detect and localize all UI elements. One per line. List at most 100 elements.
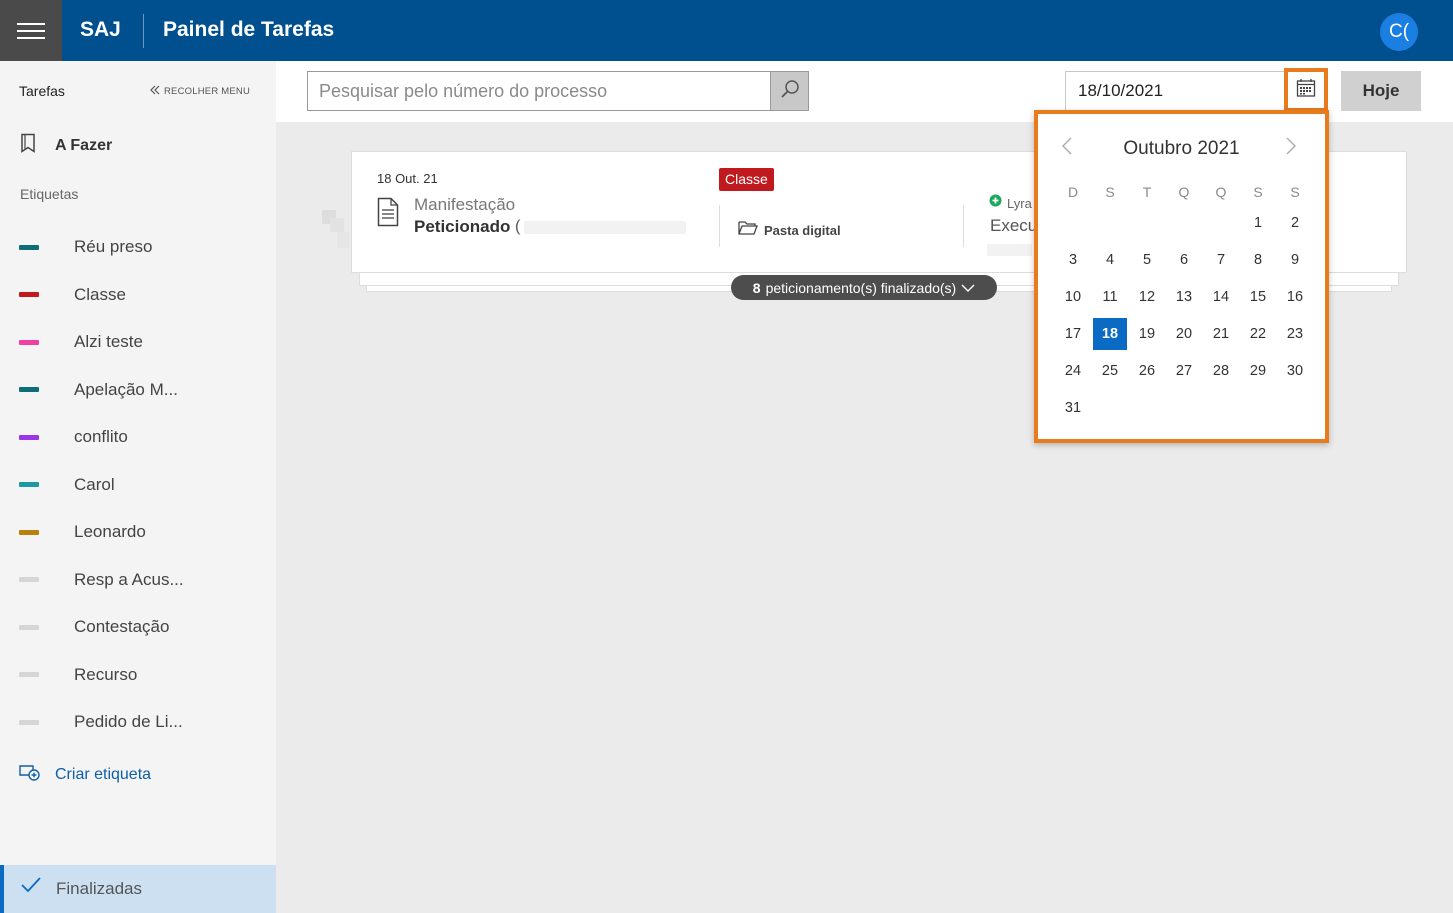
- sidebar-title: Tarefas: [19, 83, 65, 99]
- digital-folder-label: Pasta digital: [764, 223, 841, 238]
- calendar-day[interactable]: 11: [1093, 281, 1127, 313]
- calendar-day[interactable]: 7: [1204, 244, 1238, 276]
- tag-label: Classe: [74, 284, 126, 304]
- calendar-day[interactable]: 25: [1093, 355, 1127, 387]
- redacted-text: [987, 244, 1032, 256]
- page-title: Painel de Tarefas: [163, 18, 335, 41]
- finished-count: 8: [752, 279, 761, 296]
- create-tag-button[interactable]: Criar etiqueta: [19, 763, 151, 786]
- calendar-day[interactable]: 31: [1056, 392, 1090, 424]
- calendar-weekday: S: [1290, 184, 1300, 200]
- sidebar-tag-item[interactable]: Apelação M...: [0, 370, 276, 410]
- checkmark-icon: [20, 875, 42, 900]
- calendar-day[interactable]: 27: [1167, 355, 1201, 387]
- calendar-day[interactable]: 19: [1130, 318, 1164, 350]
- task-status: Peticionado: [414, 217, 511, 236]
- calendar-day[interactable]: 12: [1130, 281, 1164, 313]
- calendar-day-selected[interactable]: 18: [1093, 318, 1127, 350]
- calendar-day[interactable]: 4: [1093, 244, 1127, 276]
- hamburger-menu-button[interactable]: [0, 0, 62, 61]
- calendar-day[interactable]: 24: [1056, 355, 1090, 387]
- collapse-menu-button[interactable]: RECOLHER MENU: [150, 85, 250, 98]
- task-date: 18 Out. 21: [377, 171, 438, 186]
- calendar-day[interactable]: 3: [1056, 244, 1090, 276]
- header-divider: [143, 14, 144, 48]
- date-input[interactable]: [1065, 71, 1285, 111]
- sidebar-item-label: A Fazer: [55, 136, 113, 154]
- calendar-day[interactable]: 20: [1167, 318, 1201, 350]
- calendar-day[interactable]: 5: [1130, 244, 1164, 276]
- calendar-day[interactable]: 8: [1241, 244, 1275, 276]
- tag-label: Contestação: [74, 617, 170, 636]
- calendar-day[interactable]: 26: [1130, 355, 1164, 387]
- sidebar-tag-item[interactable]: Pedido de Li...: [0, 702, 276, 742]
- plus-circle-icon: [989, 194, 1002, 212]
- create-tag-label: Criar etiqueta: [55, 765, 152, 783]
- bookmark-icon: [19, 133, 37, 158]
- chevron-right-icon[interactable]: [1284, 136, 1298, 161]
- calendar-weekday: Q: [1215, 184, 1227, 200]
- chevron-down-icon: [961, 280, 975, 296]
- sidebar-tag-item[interactable]: Recurso: [0, 655, 276, 695]
- calendar-weekday: Q: [1178, 184, 1190, 200]
- calendar-day[interactable]: 15: [1241, 281, 1275, 313]
- tag-color-swatch: [19, 244, 39, 250]
- calendar-weekday: S: [1253, 184, 1263, 200]
- tag-color-swatch: [19, 624, 39, 630]
- tag-label: Alzi teste: [74, 332, 143, 351]
- finished-count-toggle[interactable]: 8 peticionamento(s) finalizado(s): [731, 275, 997, 300]
- calendar-day[interactable]: 16: [1278, 281, 1312, 313]
- calendar-day[interactable]: 1: [1241, 207, 1275, 239]
- sidebar-tag-item[interactable]: conflito: [0, 417, 276, 457]
- calendar-month-label: Outubro 2021: [1123, 138, 1240, 159]
- calendar-day[interactable]: 10: [1056, 281, 1090, 313]
- calendar-day[interactable]: 13: [1167, 281, 1201, 313]
- user-avatar[interactable]: C(: [1380, 13, 1418, 51]
- sidebar: Tarefas RECOLHER MENU A Fazer Etiquetas …: [0, 61, 276, 913]
- tag-label: Resp a Acus...: [74, 569, 184, 589]
- task-type: Manifestação: [414, 195, 516, 214]
- calendar-weekday: S: [1105, 184, 1115, 200]
- calendar-day[interactable]: 21: [1204, 318, 1238, 350]
- calendar-day[interactable]: 14: [1204, 281, 1238, 313]
- calendar-day[interactable]: 29: [1241, 355, 1275, 387]
- calendar-weekday: D: [1067, 184, 1079, 200]
- calendar-button[interactable]: [1284, 68, 1328, 112]
- calendar-day[interactable]: 9: [1278, 244, 1312, 276]
- tag-color-swatch: [19, 577, 39, 582]
- search-button[interactable]: [770, 71, 809, 111]
- sidebar-tag-item[interactable]: Réu preso: [0, 227, 276, 267]
- today-button[interactable]: Hoje: [1341, 71, 1421, 111]
- tag-label: conflito: [74, 427, 128, 446]
- sidebar-item-label: Finalizadas: [56, 879, 142, 898]
- calendar-day[interactable]: 22: [1241, 318, 1275, 350]
- calendar-day[interactable]: 28: [1204, 355, 1238, 387]
- assignee-name: Lyra: [1007, 195, 1032, 211]
- sidebar-tag-item[interactable]: Resp a Acus...: [0, 560, 276, 600]
- sidebar-item-finished[interactable]: Finalizadas: [0, 865, 276, 913]
- calendar-day[interactable]: 17: [1056, 318, 1090, 350]
- sidebar-tag-item[interactable]: Alzi teste: [0, 322, 276, 362]
- tag-label: Pedido de Li...: [74, 712, 183, 731]
- calendar-day[interactable]: 23: [1278, 318, 1312, 350]
- redacted-process-number: [524, 221, 686, 234]
- tag-color-swatch: [19, 292, 39, 297]
- sidebar-tag-item[interactable]: Classe: [0, 275, 276, 315]
- sidebar-tag-item[interactable]: Carol: [0, 465, 276, 505]
- calendar-day[interactable]: 2: [1278, 207, 1312, 239]
- add-tag-icon: [19, 763, 41, 786]
- sidebar-item-todo[interactable]: A Fazer: [19, 133, 112, 158]
- calendar-day[interactable]: 6: [1167, 244, 1201, 276]
- sidebar-tag-item[interactable]: Contestação: [0, 607, 276, 647]
- tag-label: Apelação M...: [74, 379, 178, 399]
- tag-label: Réu preso: [74, 237, 153, 256]
- digital-folder-link[interactable]: Pasta digital: [738, 220, 841, 241]
- calendar-icon: [1296, 78, 1316, 103]
- process-search-input[interactable]: [307, 71, 771, 111]
- sidebar-tag-item[interactable]: Leonardo: [0, 512, 276, 552]
- tag-color-swatch: [19, 387, 39, 392]
- tag-color-swatch: [19, 529, 39, 535]
- double-chevron-left-icon: [150, 85, 160, 98]
- calendar-day[interactable]: 30: [1278, 355, 1312, 387]
- search-icon: [780, 79, 800, 104]
